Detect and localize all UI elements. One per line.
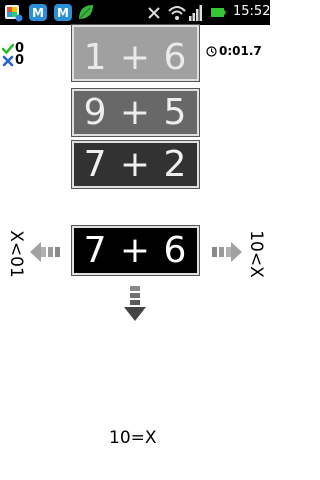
- status-bar: M M 15:52: [0, 0, 270, 25]
- svg-text:M: M: [32, 6, 44, 20]
- m-icon: M: [29, 4, 47, 21]
- rule-left-label: X<01: [6, 230, 26, 278]
- clock-icon: [206, 45, 217, 57]
- equation-text: 7 + 2: [83, 143, 188, 185]
- battery-icon: [211, 8, 226, 17]
- swipe-down-arrow-icon: [124, 286, 146, 321]
- checkmark-icon: [2, 43, 14, 55]
- svg-text:M: M: [57, 6, 69, 20]
- equation-card-upcoming-3: 1 + 6: [71, 24, 200, 82]
- score-panel: 0 0: [2, 42, 25, 68]
- wrong-count-row: 0: [2, 53, 25, 68]
- wifi-icon: [168, 6, 186, 20]
- leaf-icon: [79, 5, 93, 19]
- wrong-count: 0: [15, 53, 25, 68]
- equation-text: 9 + 5: [83, 91, 188, 133]
- rule-left-zone[interactable]: X<01: [4, 226, 28, 282]
- app-notification-icon: [5, 5, 23, 22]
- cross-icon: [2, 55, 14, 67]
- swipe-right-arrow-icon: [212, 242, 242, 262]
- equation-text: 1 + 6: [83, 37, 188, 78]
- equation-card-upcoming-1: 7 + 2: [71, 140, 200, 189]
- rule-right-label: 10<X: [246, 230, 266, 278]
- rule-bottom-label[interactable]: 10=X: [109, 428, 157, 448]
- timer: 0:01.7: [206, 44, 262, 58]
- timer-value: 0:01.7: [219, 44, 262, 58]
- equation-card-upcoming-2: 9 + 5: [71, 88, 200, 137]
- signal-icon: [189, 5, 202, 21]
- equation-text: 7 + 6: [83, 229, 188, 271]
- m-icon: M: [54, 4, 72, 21]
- status-time: 15:52: [233, 4, 271, 19]
- rule-right-zone[interactable]: 10<X: [244, 226, 268, 282]
- close-icon: [148, 7, 160, 19]
- swipe-left-arrow-icon: [30, 242, 60, 262]
- equation-card-current[interactable]: 7 + 6: [71, 225, 200, 276]
